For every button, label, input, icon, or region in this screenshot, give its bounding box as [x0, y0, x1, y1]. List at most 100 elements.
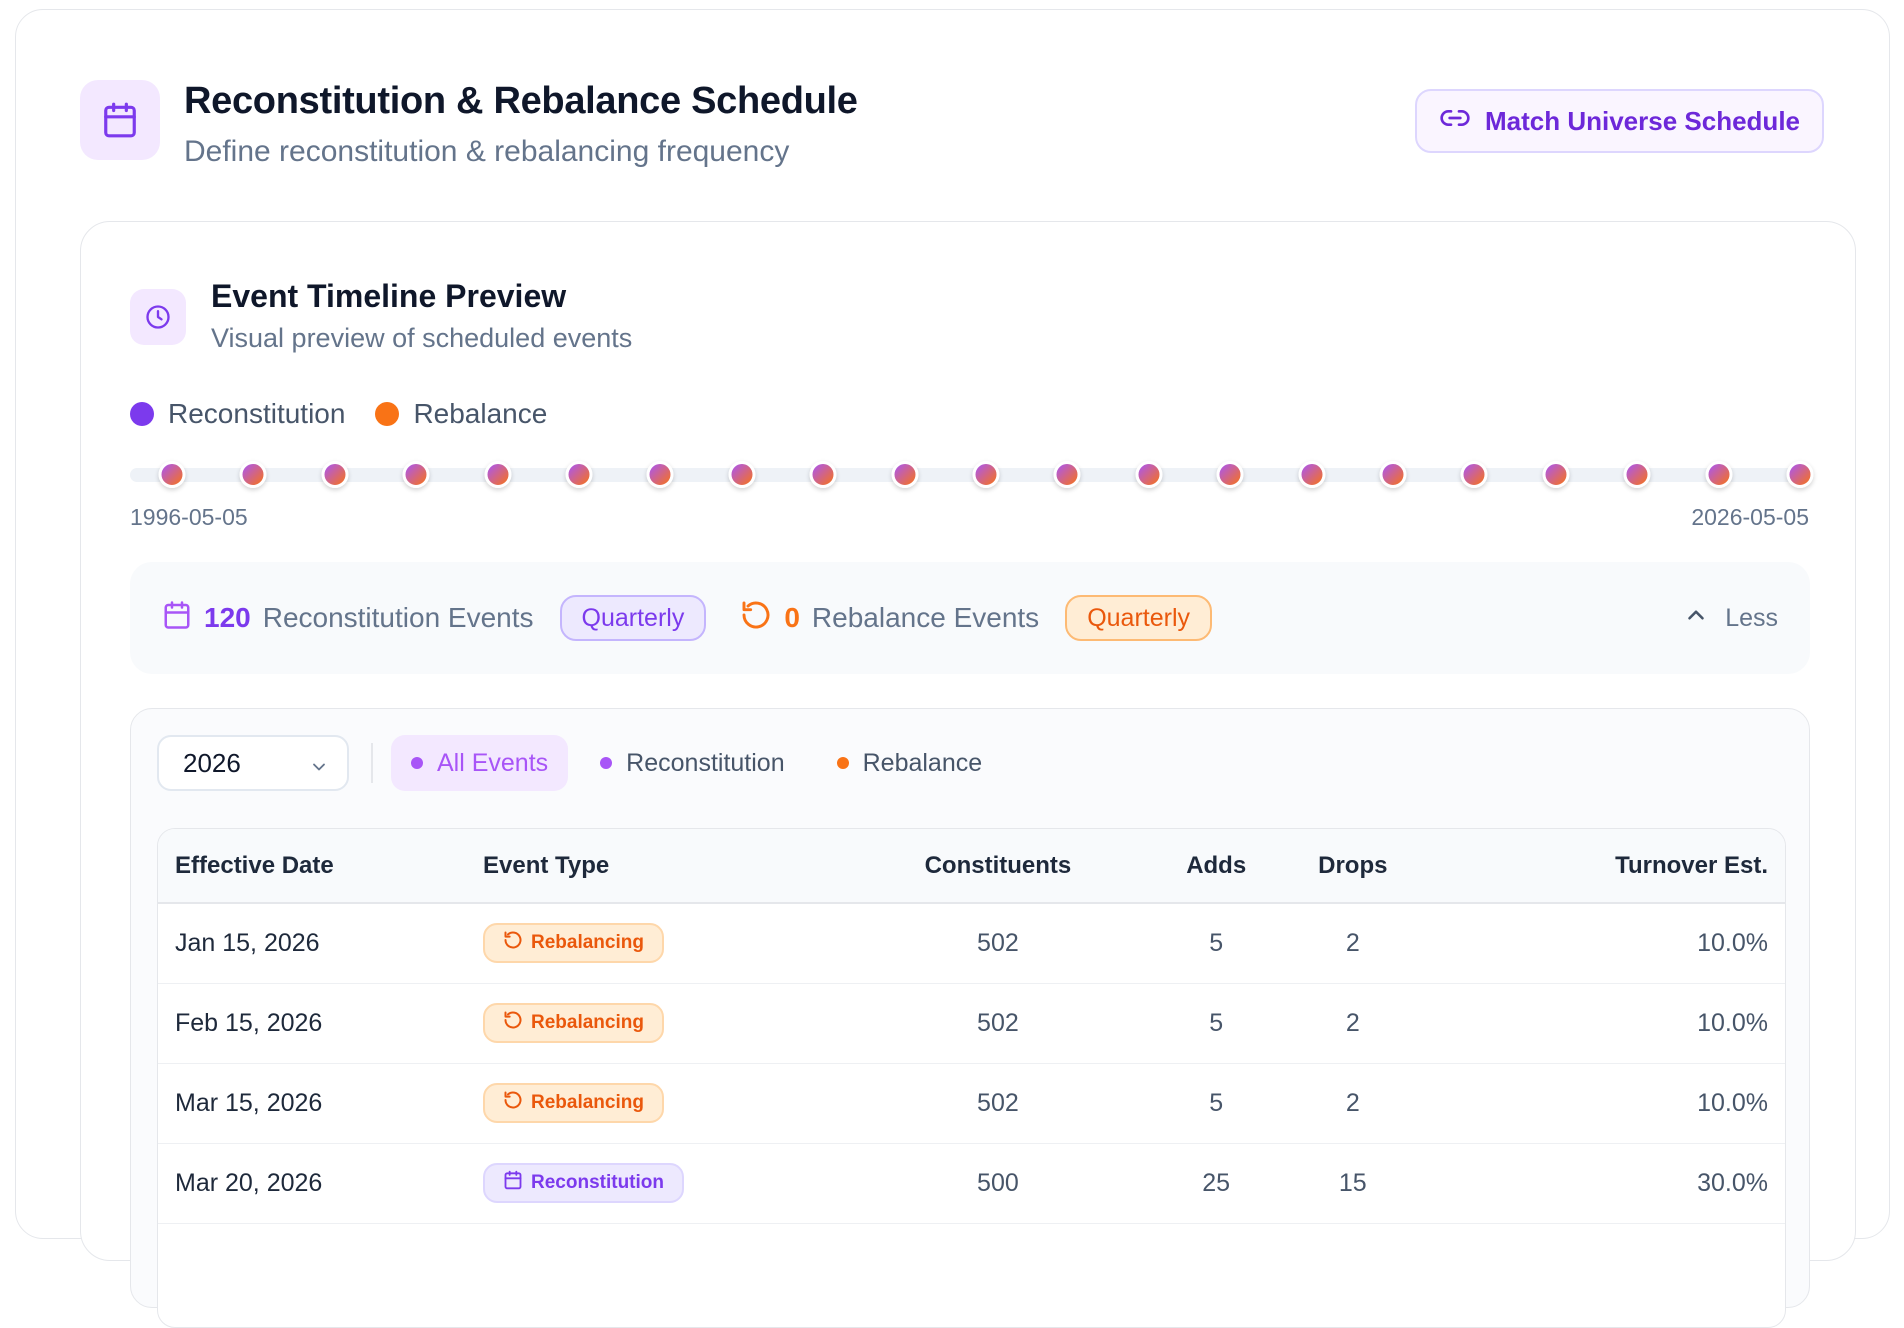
refresh-icon	[503, 930, 523, 956]
reconstitution-frequency-badge: Quarterly	[559, 595, 707, 641]
cell-turnover: 10.0%	[1697, 1008, 1768, 1037]
timeline-event-marker[interactable]	[565, 461, 593, 488]
timeline-event-marker[interactable]	[239, 461, 267, 488]
clock-icon	[130, 289, 186, 345]
column-header-constituents[interactable]: Constituents	[843, 829, 1153, 903]
filter-label: Reconstitution	[626, 748, 785, 777]
chevron-up-icon	[1683, 602, 1709, 635]
rebalance-count: 0	[784, 602, 800, 633]
cell-adds: 5	[1209, 1088, 1224, 1117]
legend-item-rebalance: Rebalance	[375, 398, 547, 430]
year-select-value: 2026	[183, 747, 241, 778]
timeline-event-marker[interactable]	[1786, 461, 1814, 488]
legend-item-reconstitution: Reconstitution	[130, 398, 345, 430]
cell-effective-date: Feb 15, 2026	[175, 1008, 323, 1037]
event-type-badge: Rebalancing	[483, 1083, 664, 1123]
filter-rebalance[interactable]: Rebalance	[817, 735, 1003, 791]
timeline-event-marker[interactable]	[646, 461, 674, 488]
table-header-row: Effective Date Event Type Constituents A…	[158, 829, 1785, 903]
timeline-event-marker[interactable]	[484, 461, 512, 488]
table-row[interactable]: Feb 15, 2026 Rebalancing 502 5 2 10.0%	[158, 983, 1785, 1063]
cell-drops: 2	[1345, 1088, 1360, 1117]
events-table: Effective Date Event Type Constituents A…	[157, 828, 1786, 1328]
filter-dot	[411, 757, 423, 769]
cell-adds: 5	[1209, 928, 1224, 957]
rebalance-events-label: Rebalance Events	[811, 602, 1040, 633]
filter-reconstitution[interactable]: Reconstitution	[580, 735, 804, 791]
cell-turnover: 30.0%	[1697, 1168, 1768, 1197]
rebalance-frequency-badge: Quarterly	[1065, 595, 1212, 641]
reconstitution-summary: 120 Reconstitution Events Quarterly	[162, 595, 707, 641]
cell-constituents: 500	[977, 1168, 1019, 1197]
event-type-badge: Rebalancing	[483, 1003, 664, 1043]
timeline-event-marker[interactable]	[1216, 461, 1244, 488]
timeline-legend: Reconstitution Rebalance	[130, 398, 547, 430]
timeline-event-marker[interactable]	[1705, 461, 1733, 488]
timeline-event-marker[interactable]	[809, 461, 837, 488]
filter-label: All Events	[437, 748, 549, 777]
filter-dot	[600, 757, 613, 769]
column-header-effective-date[interactable]: Effective Date	[158, 829, 483, 903]
legend-dot-reconstitution	[130, 402, 154, 426]
match-universe-schedule-label: Match Universe Schedule	[1485, 105, 1800, 136]
timeline-event-marker[interactable]	[1298, 461, 1326, 488]
table-row[interactable]: Mar 20, 2026 Reconstitution 500 25 15 30…	[158, 1143, 1785, 1223]
filter-divider	[371, 743, 373, 783]
timeline-title: Event Timeline Preview	[211, 278, 567, 314]
timeline-event-marker[interactable]	[1135, 461, 1163, 488]
table-row[interactable]: Mar 15, 2026 Rebalancing 502 5 2 10.0%	[158, 1063, 1785, 1143]
year-select[interactable]: 2026	[157, 735, 349, 791]
timeline-event-marker[interactable]	[891, 461, 919, 488]
cell-constituents: 502	[977, 1088, 1019, 1117]
reconstitution-count: 120	[204, 602, 251, 633]
timeline-event-marker[interactable]	[1053, 461, 1081, 488]
column-header-turnover-est[interactable]: Turnover Est.	[1426, 829, 1785, 903]
timeline-event-marker[interactable]	[402, 461, 430, 488]
collapse-less-label: Less	[1725, 603, 1778, 632]
cell-constituents: 502	[977, 928, 1019, 957]
event-type-label: Reconstitution	[531, 1172, 664, 1193]
cell-adds: 25	[1202, 1168, 1231, 1197]
refresh-icon	[503, 1090, 523, 1116]
page-title: Reconstitution & Rebalance Schedule	[184, 80, 858, 122]
legend-dot-rebalance	[375, 402, 400, 426]
cell-turnover: 10.0%	[1697, 1088, 1768, 1117]
filter-all-events[interactable]: All Events	[391, 735, 569, 791]
timeline-start-date: 1996-05-05	[130, 504, 248, 530]
calendar-icon	[503, 1170, 523, 1196]
collapse-less-button[interactable]: Less	[1683, 602, 1778, 635]
event-type-filters: All Events Reconstitution Rebalance	[391, 735, 1002, 791]
schedule-panel: Reconstitution & Rebalance Schedule Defi…	[15, 9, 1890, 1328]
calendar-icon	[162, 600, 192, 637]
event-type-badge: Reconstitution	[483, 1163, 684, 1203]
event-type-badge: Rebalancing	[483, 923, 664, 964]
rebalance-summary: 0 Rebalance Events Quarterly	[740, 595, 1212, 641]
timeline-event-marker[interactable]	[1460, 461, 1488, 488]
timeline-event-marker[interactable]	[158, 461, 186, 488]
page-subtitle: Define reconstitution & rebalancing freq…	[184, 135, 790, 168]
timeline-event-marker[interactable]	[1542, 461, 1570, 488]
timeline-subtitle: Visual preview of scheduled events	[211, 323, 633, 353]
calendar-icon	[80, 80, 160, 160]
table-row[interactable]: Jan 15, 2026 Rebalancing 502 5 2 10.0%	[158, 903, 1785, 983]
column-header-adds[interactable]: Adds	[1153, 829, 1280, 903]
cell-event-type: Rebalancing	[483, 903, 843, 983]
cell-turnover: 10.0%	[1697, 928, 1768, 957]
timeline-event-marker[interactable]	[1623, 461, 1651, 488]
cell-effective-date: Mar 15, 2026	[175, 1088, 323, 1117]
refresh-icon	[503, 1010, 523, 1036]
column-header-drops[interactable]: Drops	[1280, 829, 1426, 903]
timeline-event-marker[interactable]	[728, 461, 756, 488]
schedule-header: Reconstitution & Rebalance Schedule Defi…	[80, 80, 1870, 180]
timeline-event-marker[interactable]	[1379, 461, 1407, 488]
cell-drops: 2	[1345, 928, 1360, 957]
legend-label: Reconstitution	[168, 398, 346, 429]
match-universe-schedule-button[interactable]: Match Universe Schedule	[1415, 89, 1824, 153]
cell-effective-date: Mar 20, 2026	[175, 1168, 323, 1197]
timeline-event-marker[interactable]	[972, 461, 1000, 488]
cell-event-type: Rebalancing	[483, 1063, 843, 1143]
timeline-event-marker[interactable]	[321, 461, 349, 488]
column-header-event-type[interactable]: Event Type	[483, 829, 843, 903]
events-panel: 2026 All Events Reconstitution Rebalance…	[130, 708, 1810, 1328]
refresh-icon	[740, 599, 772, 638]
